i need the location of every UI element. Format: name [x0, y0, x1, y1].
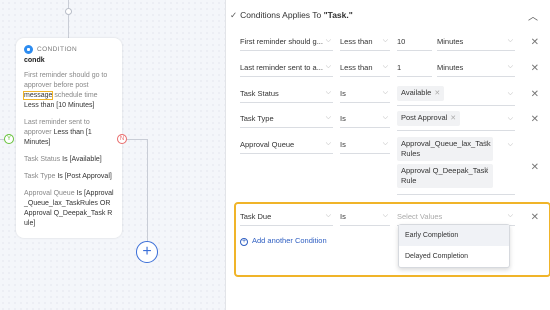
node-type-label: CONDITION — [37, 46, 78, 53]
unit-select[interactable]: Minutes ⌵ — [437, 37, 515, 51]
close-icon[interactable]: ✕ — [531, 114, 539, 125]
close-icon[interactable]: ✕ — [531, 89, 539, 100]
value-multiselect[interactable]: Post Approval ✕ ⌵ — [397, 111, 515, 131]
value-chip: Post Approval ✕ — [397, 111, 461, 126]
chevron-down-icon: ⌵ — [325, 114, 331, 121]
rule-summary: Approval Queue Is [Approval_Queue_lax_Ta… — [24, 190, 114, 227]
workflow-canvas[interactable]: CONDITION condk First reminder should go… — [0, 0, 226, 310]
connector-line — [68, 0, 69, 8]
field-select[interactable]: Task Status ⌵ — [240, 89, 333, 103]
chevron-down-icon: ⌵ — [382, 114, 388, 121]
chevron-down-icon: ⌵ — [325, 63, 331, 70]
field-select[interactable]: Task Type ⌵ — [240, 114, 333, 128]
field-select[interactable]: Approval Queue ⌵ — [240, 140, 333, 154]
chevron-up-icon[interactable]: ︿ — [528, 8, 538, 23]
operator-select[interactable]: Is ⌵ — [340, 89, 390, 103]
value-chip: Approval Q_Deepak_Task Rule ✕ — [397, 164, 493, 188]
unit-select[interactable]: Minutes ⌵ — [437, 63, 515, 77]
close-icon[interactable]: ✕ — [483, 139, 489, 149]
value-multiselect[interactable]: Available ✕ ⌵ — [397, 86, 515, 106]
chevron-down-icon: ⌵ — [325, 37, 331, 44]
rule-summary: First reminder should go to approver bef… — [22, 72, 108, 109]
chevron-down-icon: ⌵ — [382, 63, 388, 70]
operator-select[interactable]: Less than ⌵ — [340, 37, 390, 51]
close-icon[interactable]: ✕ — [450, 115, 456, 122]
value-input[interactable]: 1 — [397, 63, 432, 77]
panel-header[interactable]: ✓ Conditions Applies To "Task." — [230, 10, 353, 21]
rule-summary: Last reminder sent to approver Less than… — [24, 119, 92, 146]
close-icon[interactable]: ✕ — [434, 90, 440, 97]
chevron-down-icon: ⌵ — [325, 140, 331, 147]
value-chip: Available ✕ — [397, 86, 445, 101]
operator-select[interactable]: Is ⌵ — [340, 114, 390, 128]
close-icon[interactable]: ✕ — [483, 166, 489, 176]
highlight-box — [234, 202, 550, 277]
rule-summary: Task Status Is [Available] — [24, 156, 102, 163]
check-icon: ✓ — [230, 10, 238, 20]
condition-icon — [24, 45, 33, 54]
rule-summary: Task Type Is [Post Approval] — [24, 173, 112, 180]
operator-select[interactable]: Is ⌵ — [340, 140, 390, 154]
operator-select[interactable]: Less than ⌵ — [340, 63, 390, 77]
connector-line — [127, 139, 148, 140]
close-icon[interactable]: ✕ — [531, 63, 539, 74]
connector-dot[interactable] — [65, 8, 72, 15]
chevron-down-icon: ⌵ — [507, 63, 513, 70]
chevron-down-icon: ⌵ — [507, 141, 513, 148]
chevron-down-icon: ⌵ — [382, 140, 388, 147]
chevron-down-icon: ⌵ — [507, 115, 513, 122]
condition-node[interactable]: CONDITION condk First reminder should go… — [16, 38, 122, 238]
field-select[interactable]: First reminder should g... ⌵ — [240, 37, 333, 51]
highlighted-word: message — [22, 91, 54, 100]
node-name: condk — [24, 57, 45, 64]
yes-branch-handle[interactable]: Y — [4, 134, 14, 144]
value-multiselect[interactable]: Approval_Queue_lax_Task Rules ✕ Approval … — [397, 137, 515, 195]
chevron-down-icon: ⌵ — [507, 37, 513, 44]
chevron-down-icon: ⌵ — [325, 89, 331, 96]
close-icon[interactable]: ✕ — [531, 37, 539, 48]
no-branch-handle[interactable]: N — [117, 134, 127, 144]
field-select[interactable]: Last reminder sent to a... ⌵ — [240, 63, 333, 77]
add-node-button[interactable]: + — [136, 241, 158, 263]
chevron-down-icon: ⌵ — [507, 90, 513, 97]
connector-line — [147, 139, 148, 241]
chevron-down-icon: ⌵ — [382, 89, 388, 96]
close-icon[interactable]: ✕ — [531, 162, 539, 173]
value-chip: Approval_Queue_lax_Task Rules ✕ — [397, 137, 493, 161]
connector-line — [68, 15, 69, 38]
value-input[interactable]: 10 — [397, 37, 432, 51]
chevron-down-icon: ⌵ — [382, 37, 388, 44]
